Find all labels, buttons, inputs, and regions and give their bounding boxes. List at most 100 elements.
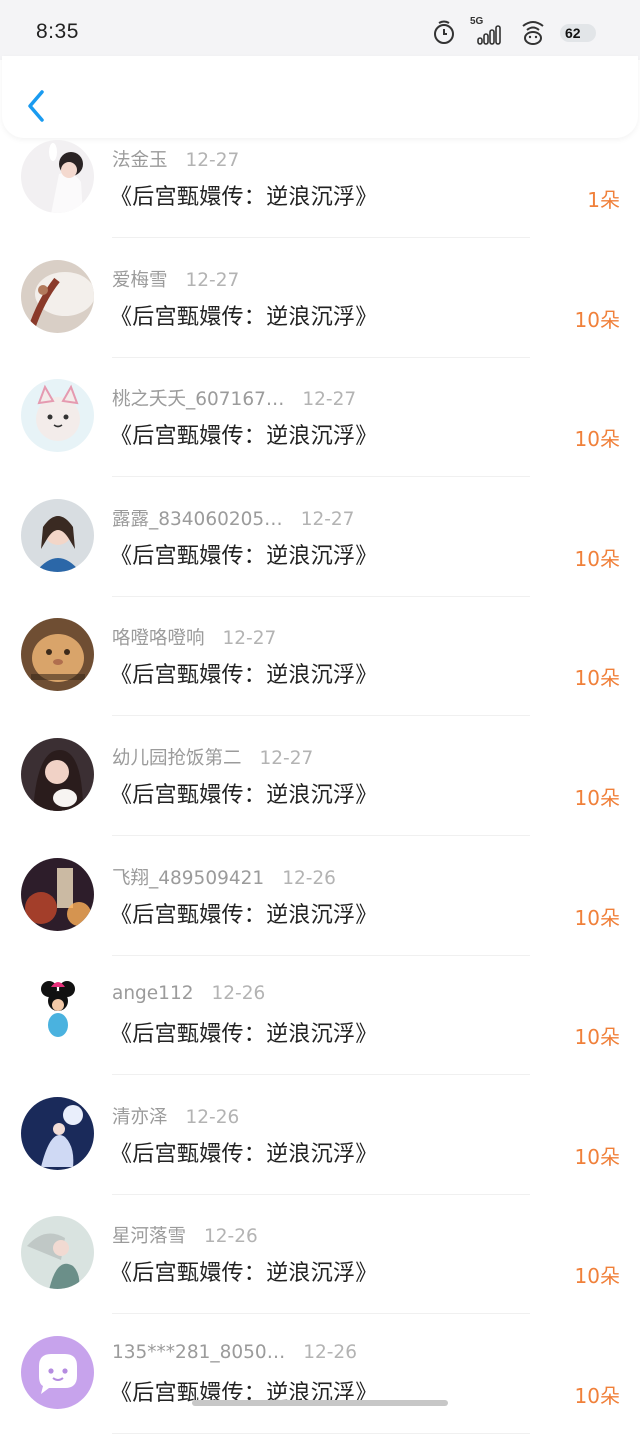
list-item[interactable]: 清亦泽 12-26 《后宫甄嬛传：逆浪沉浮》 10朵	[0, 1096, 640, 1217]
work-title: 《后宫甄嬛传：逆浪沉浮》	[110, 185, 378, 210]
wifi-icon	[520, 18, 546, 46]
work-title: 《后宫甄嬛传：逆浪沉浮》	[110, 543, 378, 569]
status-icons: 5G 62	[432, 16, 600, 46]
work-title: 《后宫甄嬛传：逆浪沉浮》	[110, 304, 378, 330]
record-date: 12-27	[259, 747, 314, 769]
flower-amount: 10朵	[574, 785, 620, 810]
work-title: 《后宫甄嬛传：逆浪沉浮》	[110, 1261, 378, 1287]
row-divider	[112, 1074, 530, 1076]
flower-amount: 10朵	[574, 1144, 620, 1169]
user-name: 幼儿园抢饭第二	[112, 747, 242, 769]
list-item[interactable]: 爱梅雪 12-27 《后宫甄嬛传：逆浪沉浮》 10朵	[0, 259, 640, 380]
user-name: 星河落雪	[112, 1226, 187, 1248]
row-divider	[112, 1432, 530, 1434]
user-meta: 135***281_8050… 12-26	[112, 1342, 357, 1363]
list-item[interactable]: 幼儿园抢饭第二 12-27 《后宫甄嬛传：逆浪沉浮》 10朵	[0, 737, 640, 858]
row-divider	[112, 595, 530, 597]
avatar[interactable]	[21, 259, 94, 333]
work-title: 《后宫甄嬛传：逆浪沉浮》	[110, 782, 378, 808]
battery-indicator: 62	[560, 20, 600, 44]
row-divider	[112, 476, 530, 478]
flower-amount: 10朵	[574, 1025, 620, 1050]
work-title: 《后宫甄嬛传：逆浪沉浮》	[110, 1022, 378, 1048]
avatar[interactable]	[21, 737, 94, 811]
record-date: 12-26	[282, 867, 336, 889]
user-meta: 星河落雪 12-26	[112, 1222, 258, 1248]
work-title: 《后宫甄嬛传：逆浪沉浮》	[110, 1141, 378, 1167]
user-meta: ange112 12-26	[112, 983, 265, 1004]
user-meta: 清亦泽 12-26	[112, 1103, 239, 1129]
user-name: 法金玉	[112, 150, 168, 171]
battery-level: 62	[565, 25, 581, 41]
flower-amount: 10朵	[574, 546, 620, 571]
flower-amount: 10朵	[574, 1383, 620, 1408]
list-item[interactable]: 135***281_8050… 12-26 《后宫甄嬛传：逆浪沉浮》 10朵	[0, 1335, 640, 1456]
list-item[interactable]: 飞翔_489509421 12-26 《后宫甄嬛传：逆浪沉浮》 10朵	[0, 857, 640, 978]
navigation-bar	[2, 56, 638, 138]
cellular-signal-icon: 5G	[470, 16, 506, 46]
flower-amount: 10朵	[574, 905, 620, 930]
flower-amount: 10朵	[574, 427, 620, 452]
list-item[interactable]: 露露_834060205… 12-27 《后宫甄嬛传：逆浪沉浮》 10朵	[0, 498, 640, 619]
row-divider	[112, 1313, 530, 1315]
avatar[interactable]	[21, 1335, 94, 1409]
list-item[interactable]: 星河落雪 12-26 《后宫甄嬛传：逆浪沉浮》 10朵	[0, 1216, 640, 1336]
row-divider	[112, 356, 530, 358]
avatar[interactable]	[21, 618, 94, 692]
status-time: 8:35	[36, 20, 79, 43]
avatar[interactable]	[21, 1096, 94, 1170]
record-date: 12-26	[303, 1341, 357, 1363]
row-divider	[112, 954, 530, 956]
chevron-left-icon	[28, 90, 44, 122]
record-date: 12-27	[300, 508, 355, 530]
record-date: 12-26	[211, 983, 266, 1005]
list-item[interactable]: ange112 12-26 《后宫甄嬛传：逆浪沉浮》 10朵	[0, 977, 640, 1097]
gift-record-list: 法金玉 12-27 《后宫甄嬛传：逆浪沉浮》 1朵爱梅雪 12-27 《后宫甄嬛传：逆浪沉…	[0, 140, 640, 1456]
record-date: 12-27	[302, 389, 357, 411]
row-divider	[112, 715, 530, 717]
record-date: 12-26	[185, 1106, 240, 1128]
user-name: 飞翔_489509421	[112, 867, 265, 889]
work-title: 《后宫甄嬛传：逆浪沉浮》	[110, 663, 378, 689]
flower-amount: 10朵	[574, 1264, 620, 1289]
user-meta: 幼儿园抢饭第二 12-27	[112, 744, 313, 770]
user-name: 爱梅雪	[112, 269, 168, 291]
row-divider	[112, 834, 530, 836]
avatar[interactable]	[21, 1216, 94, 1290]
work-title: 《后宫甄嬛传：逆浪沉浮》	[110, 902, 378, 928]
user-name: 露露_834060205…	[112, 508, 283, 530]
flower-amount: 10朵	[574, 666, 620, 691]
status-bar: 8:35 5G 62	[0, 0, 640, 60]
avatar[interactable]	[21, 379, 94, 453]
user-name: ange112	[112, 983, 194, 1005]
user-meta: 飞翔_489509421 12-26	[112, 864, 336, 890]
user-name: 咯噔咯噔响	[112, 628, 205, 650]
record-date: 12-27	[222, 628, 277, 650]
flower-amount: 10朵	[574, 307, 620, 332]
avatar[interactable]	[21, 140, 94, 213]
list-item[interactable]: 咯噔咯噔响 12-27 《后宫甄嬛传：逆浪沉浮》 10朵	[0, 618, 640, 738]
back-button[interactable]	[20, 86, 50, 126]
user-name: 桃之夭夭_607167…	[112, 389, 285, 411]
row-divider	[112, 1193, 530, 1195]
user-name: 135***281_8050…	[112, 1341, 286, 1363]
record-date: 12-27	[185, 150, 240, 171]
home-indicator	[192, 1400, 448, 1406]
user-name: 清亦泽	[112, 1106, 168, 1128]
avatar[interactable]	[21, 857, 94, 931]
record-date: 12-26	[204, 1226, 258, 1248]
work-title: 《后宫甄嬛传：逆浪沉浮》	[110, 424, 378, 450]
avatar[interactable]	[21, 498, 94, 572]
user-meta: 桃之夭夭_607167… 12-27	[112, 385, 356, 411]
alarm-icon	[432, 19, 456, 45]
user-meta: 法金玉 12-27	[112, 146, 239, 172]
user-meta: 爱梅雪 12-27	[112, 266, 239, 292]
list-item[interactable]: 桃之夭夭_607167… 12-27 《后宫甄嬛传：逆浪沉浮》 10朵	[0, 379, 640, 499]
record-date: 12-27	[185, 269, 240, 291]
flower-amount: 1朵	[587, 188, 620, 212]
avatar[interactable]	[21, 977, 94, 1051]
list-item[interactable]: 法金玉 12-27 《后宫甄嬛传：逆浪沉浮》 1朵	[0, 140, 640, 260]
row-divider	[112, 237, 530, 238]
user-meta: 露露_834060205… 12-27	[112, 505, 354, 531]
user-meta: 咯噔咯噔响 12-27	[112, 624, 276, 650]
